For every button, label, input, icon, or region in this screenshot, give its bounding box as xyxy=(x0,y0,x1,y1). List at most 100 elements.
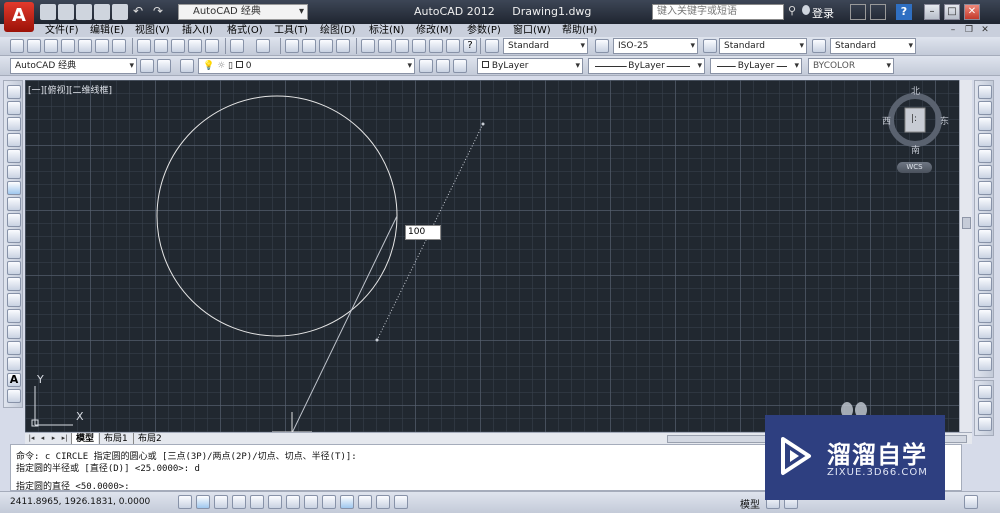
layer-previous-icon[interactable] xyxy=(436,59,450,73)
arc-icon[interactable] xyxy=(7,165,21,179)
bring-to-front-icon[interactable] xyxy=(978,385,992,399)
move-icon[interactable] xyxy=(978,165,992,179)
selection-cycling-icon[interactable] xyxy=(394,495,408,509)
dim-style-select[interactable]: ISO-25 xyxy=(613,38,698,54)
next-tab-button[interactable]: ▸ xyxy=(49,434,58,443)
properties-icon[interactable] xyxy=(361,39,375,53)
plot-icon[interactable] xyxy=(61,39,75,53)
paste-icon[interactable] xyxy=(171,39,185,53)
copy-object-icon[interactable] xyxy=(978,101,992,115)
revision-cloud-icon[interactable] xyxy=(7,197,21,211)
explode-icon[interactable] xyxy=(978,357,992,371)
stretch-icon[interactable] xyxy=(978,213,992,227)
workspace-settings-icon[interactable] xyxy=(140,59,154,73)
minimize-button[interactable]: – xyxy=(924,4,940,20)
redo-icon[interactable] xyxy=(256,39,270,53)
menu-file[interactable]: 文件(F) xyxy=(45,24,79,37)
offset-icon[interactable] xyxy=(978,133,992,147)
multileader-style-select[interactable]: Standard xyxy=(830,38,916,54)
spline-icon[interactable] xyxy=(7,213,21,227)
help-button[interactable]: ? xyxy=(896,4,912,20)
hatch-icon[interactable] xyxy=(7,309,21,323)
linetype-select[interactable]: ByLayer xyxy=(588,58,705,74)
rotate-icon[interactable] xyxy=(978,181,992,195)
ortho-mode-icon[interactable] xyxy=(232,495,246,509)
trim-icon[interactable] xyxy=(978,229,992,243)
communication-center-icon[interactable] xyxy=(870,4,886,20)
viewcube-top-label[interactable]: |: xyxy=(911,114,917,124)
insert-block-icon[interactable] xyxy=(7,261,21,275)
sheet-set-icon[interactable] xyxy=(412,39,426,53)
quick-properties-icon[interactable] xyxy=(376,495,390,509)
workspace-toggle-icon[interactable] xyxy=(157,59,171,73)
menu-insert[interactable]: 插入(I) xyxy=(182,24,213,37)
lineweight-toggle-icon[interactable] xyxy=(358,495,372,509)
maximize-button[interactable]: □ xyxy=(944,4,960,20)
layer-properties-icon[interactable] xyxy=(180,59,194,73)
break-icon[interactable] xyxy=(978,277,992,291)
gradient-icon[interactable] xyxy=(7,325,21,339)
ellipse-arc-icon[interactable] xyxy=(7,245,21,259)
workspace-select[interactable]: AutoCAD 经典 xyxy=(10,58,137,74)
layer-select[interactable]: 💡 ☼ ▯ 0 xyxy=(198,58,415,74)
menu-view[interactable]: 视图(V) xyxy=(135,24,170,37)
add-selected-icon[interactable] xyxy=(7,389,21,403)
quick-calc-icon[interactable] xyxy=(446,39,460,53)
markup-icon[interactable] xyxy=(429,39,443,53)
menu-help[interactable]: 帮助(H) xyxy=(562,24,597,37)
copy-icon[interactable] xyxy=(154,39,168,53)
lineweight-select[interactable]: ByLayer xyxy=(710,58,802,74)
last-tab-button[interactable]: ▸| xyxy=(60,434,69,443)
mirror-icon[interactable] xyxy=(978,117,992,131)
login-link[interactable]: 登录 xyxy=(812,5,834,21)
dynamic-input-field[interactable]: 100 xyxy=(405,225,441,240)
vertical-scrollbar[interactable] xyxy=(959,80,972,432)
menu-modify[interactable]: 修改(M) xyxy=(416,24,452,37)
model-space-button[interactable]: 模型 xyxy=(740,496,760,511)
menu-edit[interactable]: 编辑(E) xyxy=(90,24,124,37)
text-style-icon[interactable] xyxy=(485,39,499,53)
color-select[interactable]: ByLayer xyxy=(477,58,583,74)
dim-style-icon[interactable] xyxy=(595,39,609,53)
zoom-realtime-icon[interactable] xyxy=(302,39,316,53)
multiline-text-icon[interactable]: A xyxy=(7,373,21,387)
qnew-icon[interactable] xyxy=(10,39,24,53)
make-current-icon[interactable] xyxy=(419,59,433,73)
zoom-previous-icon[interactable] xyxy=(336,39,350,53)
grid-display-icon[interactable] xyxy=(214,495,228,509)
point-icon[interactable] xyxy=(7,293,21,307)
polyline-icon[interactable] xyxy=(7,117,21,131)
doc-minimize-button[interactable]: – xyxy=(946,25,960,36)
bring-above-icon[interactable] xyxy=(978,417,992,431)
layer-state-icon[interactable] xyxy=(453,59,467,73)
blend-curves-icon[interactable] xyxy=(978,341,992,355)
construction-line-icon[interactable] xyxy=(7,101,21,115)
undo-icon[interactable]: ↶ xyxy=(130,4,146,20)
open-file-icon[interactable] xyxy=(58,4,74,20)
menu-parametric[interactable]: 参数(P) xyxy=(467,24,501,37)
menu-format[interactable]: 格式(O) xyxy=(227,24,263,37)
viewcube-south[interactable]: 南 xyxy=(911,143,920,156)
snap-mode-icon[interactable] xyxy=(196,495,210,509)
polar-tracking-icon[interactable] xyxy=(250,495,264,509)
dynamic-input-icon[interactable] xyxy=(340,495,354,509)
block-editor-icon[interactable] xyxy=(205,39,219,53)
plot-preview-icon[interactable] xyxy=(78,39,92,53)
scale-icon[interactable] xyxy=(978,197,992,211)
doc-restore-button[interactable]: ❐ xyxy=(962,25,976,36)
erase-icon[interactable] xyxy=(978,85,992,99)
redo-icon[interactable]: ↷ xyxy=(150,4,166,20)
menu-dimension[interactable]: 标注(N) xyxy=(369,24,404,37)
ellipse-icon[interactable] xyxy=(7,229,21,243)
search-input[interactable]: 键入关键字或短语 xyxy=(652,4,784,20)
zoom-window-icon[interactable] xyxy=(319,39,333,53)
multileader-style-icon[interactable] xyxy=(812,39,826,53)
rectangle-icon[interactable] xyxy=(7,149,21,163)
3d-object-snap-icon[interactable] xyxy=(286,495,300,509)
plot-icon[interactable] xyxy=(112,4,128,20)
make-block-icon[interactable] xyxy=(7,277,21,291)
menu-window[interactable]: 窗口(W) xyxy=(513,24,551,37)
pan-icon[interactable] xyxy=(285,39,299,53)
application-menu-button[interactable]: A xyxy=(4,2,34,32)
help-icon[interactable]: ? xyxy=(463,39,477,53)
